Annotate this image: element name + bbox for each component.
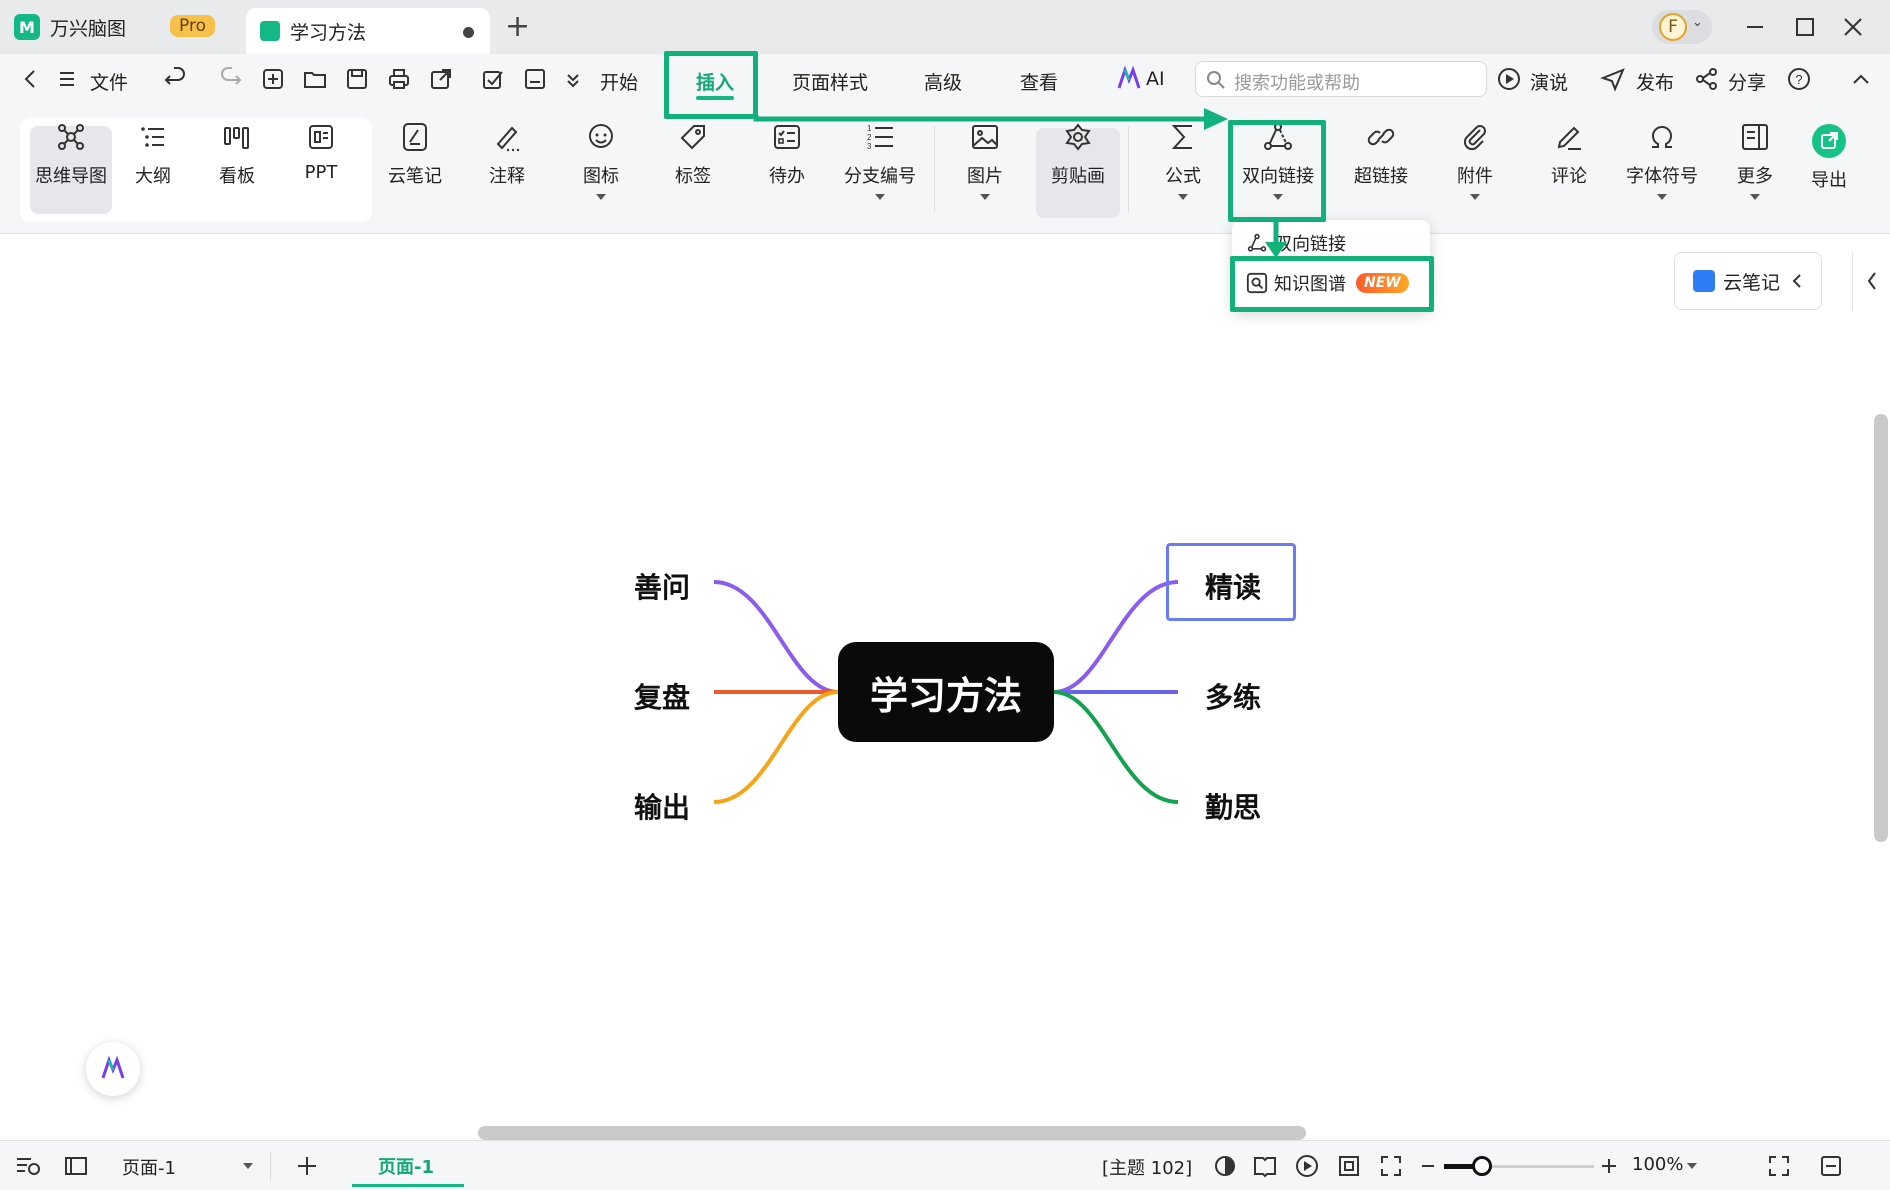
zoom-in-icon[interactable]	[1600, 1157, 1618, 1175]
page-tab-label: 页面-1	[378, 1157, 434, 1178]
book-icon[interactable]	[1252, 1153, 1278, 1179]
expand-view-icon[interactable]	[1378, 1153, 1404, 1179]
topic-left-1[interactable]: 善问	[634, 566, 690, 606]
zoom-out-icon[interactable]	[1420, 1159, 1436, 1173]
status-bar: 页面-1 页面-1 [主题 102] 100%	[0, 1140, 1890, 1190]
branch-line-left-1	[713, 580, 839, 694]
play-icon[interactable]	[1294, 1153, 1320, 1179]
outline-view-toggle-icon[interactable]	[14, 1153, 42, 1179]
add-page-icon[interactable]	[294, 1153, 320, 1179]
mindmap-connectors	[713, 580, 1179, 804]
collapse-panel-icon[interactable]	[1818, 1153, 1844, 1179]
vertical-scrollbar[interactable]	[1874, 414, 1888, 842]
topic-count: [主题 102]	[1102, 1158, 1193, 1179]
divider	[270, 1151, 271, 1181]
page-panel-icon[interactable]	[62, 1153, 90, 1179]
theme-icon[interactable]	[1212, 1153, 1238, 1179]
fullscreen-icon[interactable]	[1766, 1153, 1792, 1179]
page-select[interactable]: 页面-1	[122, 1154, 176, 1180]
chevron-down-icon[interactable]	[1686, 1161, 1698, 1171]
zoom-level[interactable]: 100%	[1632, 1154, 1683, 1175]
branch-line-right-1	[1053, 580, 1179, 694]
topic-right-3[interactable]: 勤思	[1205, 786, 1261, 826]
zoom-slider-knob[interactable]	[1471, 1156, 1492, 1176]
central-topic[interactable]: 学习方法	[838, 642, 1054, 742]
ai-assistant-button[interactable]	[86, 1042, 140, 1096]
horizontal-scrollbar[interactable]	[478, 1126, 1306, 1140]
fit-page-icon[interactable]	[1336, 1153, 1362, 1179]
topic-left-2[interactable]: 复盘	[634, 676, 690, 716]
topic-right-2[interactable]: 多练	[1205, 676, 1261, 716]
topic-left-3[interactable]: 输出	[634, 786, 690, 826]
branch-line-left-3	[713, 690, 839, 804]
chevron-down-icon[interactable]	[242, 1161, 254, 1171]
branch-line-right-3	[1053, 690, 1179, 804]
page-tab[interactable]: 页面-1	[352, 1141, 464, 1187]
topic-right-1[interactable]: 精读	[1205, 566, 1261, 606]
ai-logo-icon	[101, 1056, 125, 1079]
